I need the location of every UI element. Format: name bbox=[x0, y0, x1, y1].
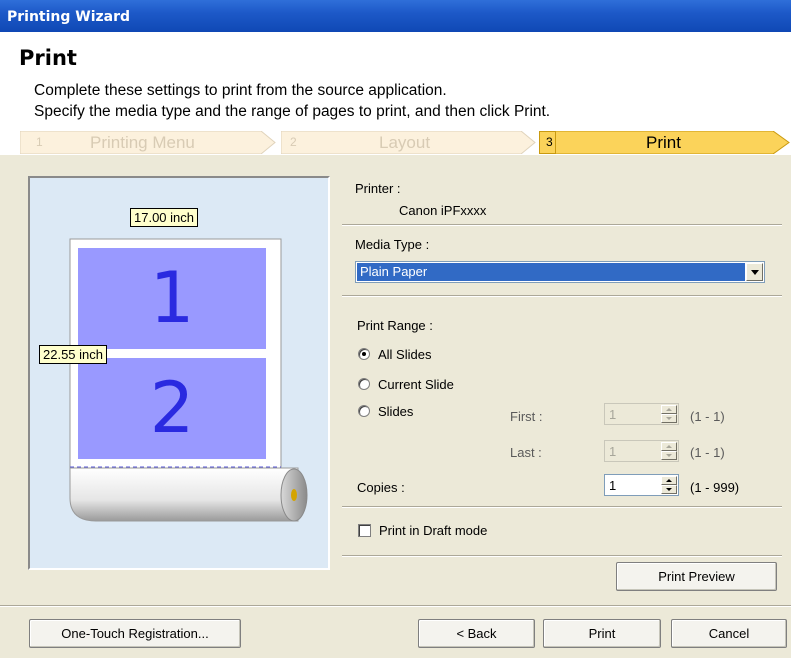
spin-down-icon[interactable] bbox=[661, 414, 677, 423]
draft-mode-label[interactable]: Print in Draft mode bbox=[379, 523, 487, 538]
draft-mode-checkbox[interactable] bbox=[358, 524, 371, 537]
copies-range-hint: (1 - 999) bbox=[690, 480, 740, 495]
description-line-2: Specify the media type and the range of … bbox=[34, 103, 551, 120]
step-number: 3 bbox=[546, 135, 553, 149]
page-1-preview: 1 bbox=[78, 248, 266, 349]
last-slide-spinner[interactable]: 1 bbox=[604, 440, 679, 462]
divider bbox=[342, 224, 782, 226]
title-bar: Printing Wizard bbox=[0, 0, 791, 32]
radio-current-slide-label[interactable]: Current Slide bbox=[378, 377, 454, 392]
spin-up-icon[interactable] bbox=[661, 476, 677, 485]
page-2-number: 2 bbox=[149, 367, 195, 449]
cancel-button[interactable]: Cancel bbox=[671, 619, 787, 648]
copies-value[interactable]: 1 bbox=[609, 478, 616, 493]
first-label: First : bbox=[510, 409, 543, 424]
description-line-1: Complete these settings to print from th… bbox=[34, 82, 447, 99]
height-dimension-label: 22.55 inch bbox=[39, 345, 107, 364]
spin-up-icon[interactable] bbox=[661, 405, 677, 414]
radio-slides-label[interactable]: Slides bbox=[378, 404, 413, 419]
spin-down-icon[interactable] bbox=[661, 451, 677, 460]
radio-current-slide[interactable] bbox=[358, 378, 370, 390]
printer-name: Canon iPFxxxx bbox=[399, 203, 487, 218]
copies-label: Copies : bbox=[357, 480, 405, 495]
print-button[interactable]: Print bbox=[543, 619, 661, 648]
first-range-hint: (1 - 1) bbox=[690, 409, 725, 424]
divider bbox=[342, 555, 782, 557]
last-slide-value: 1 bbox=[609, 444, 617, 459]
step-print: 3 Print bbox=[539, 131, 791, 154]
radio-all-slides[interactable] bbox=[358, 348, 370, 360]
wizard-header: Print Complete these settings to print f… bbox=[0, 32, 791, 155]
print-preview-panel: 1 2 17.00 inch 22.55 inch bbox=[28, 176, 330, 570]
one-touch-registration-button[interactable]: One-Touch Registration... bbox=[29, 619, 241, 648]
last-label: Last : bbox=[510, 445, 542, 460]
page-1-number: 1 bbox=[149, 257, 195, 339]
step-printing-menu: 1 Printing Menu bbox=[20, 131, 276, 154]
width-dimension-label: 17.00 inch bbox=[130, 208, 198, 227]
printer-label: Printer : bbox=[355, 181, 401, 196]
copies-spinner[interactable]: 1 bbox=[604, 474, 679, 496]
first-slide-value: 1 bbox=[609, 407, 617, 422]
step-label: Printing Menu bbox=[90, 133, 195, 152]
divider bbox=[342, 295, 782, 297]
last-range-hint: (1 - 1) bbox=[690, 445, 725, 460]
chevron-down-icon[interactable] bbox=[746, 263, 763, 281]
media-type-value: Plain Paper bbox=[357, 263, 745, 281]
divider bbox=[342, 506, 782, 508]
media-type-label: Media Type : bbox=[355, 237, 430, 252]
step-layout: 2 Layout bbox=[281, 131, 536, 154]
back-button[interactable]: < Back bbox=[418, 619, 535, 648]
step-number: 1 bbox=[36, 135, 43, 149]
print-preview-button[interactable]: Print Preview bbox=[616, 562, 777, 591]
spin-down-icon[interactable] bbox=[661, 485, 677, 494]
first-slide-spinner[interactable]: 1 bbox=[604, 403, 679, 425]
window-title: Printing Wizard bbox=[7, 9, 131, 25]
radio-slides[interactable] bbox=[358, 405, 370, 417]
spin-up-icon[interactable] bbox=[661, 442, 677, 451]
footer-divider bbox=[0, 605, 791, 607]
media-type-select[interactable]: Plain Paper bbox=[355, 261, 765, 283]
step-label: Layout bbox=[379, 133, 431, 152]
radio-all-slides-label[interactable]: All Slides bbox=[378, 347, 431, 362]
step-label: Print bbox=[646, 133, 681, 152]
step-number: 2 bbox=[290, 135, 297, 149]
print-range-label: Print Range : bbox=[357, 318, 433, 333]
page-title: Print bbox=[19, 46, 77, 70]
page-2-preview: 2 bbox=[78, 358, 266, 459]
